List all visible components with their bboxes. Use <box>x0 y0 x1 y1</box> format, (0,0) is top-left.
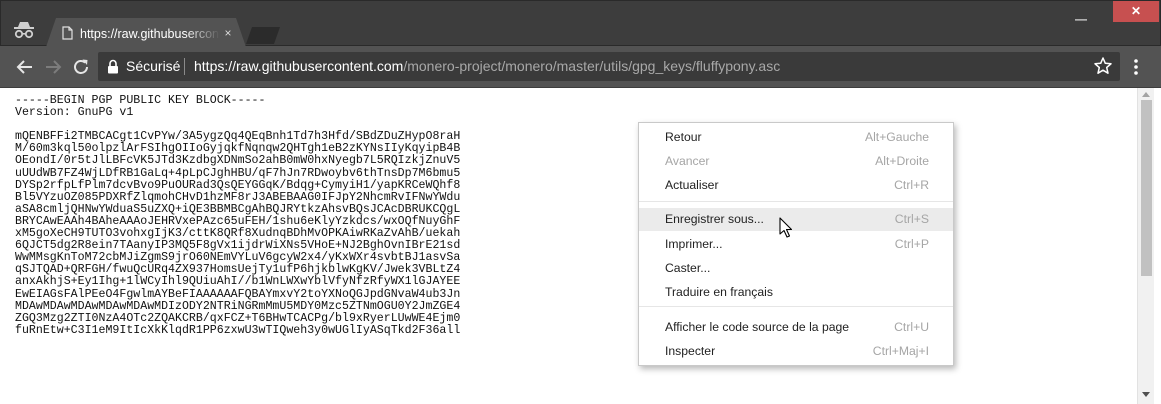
text-line: uUUdWB7FZ4WjLDfRB1GaLq+4pLpCJghHBU/qF7hJ… <box>15 166 461 180</box>
menu-item-label: Enregistrer sous... <box>665 212 764 226</box>
minimize-button[interactable]: — <box>1068 9 1094 26</box>
menu-item-label: Afficher le code source de la page <box>665 320 850 334</box>
menu-item-shortcut: Ctrl+S <box>894 212 929 226</box>
text-line: Version: GnuPG v1 <box>15 106 134 120</box>
address-separator <box>184 58 185 75</box>
menu-item-retour[interactable]: Retour Alt+Gauche <box>639 126 953 149</box>
security-indicator-label[interactable]: Sécurisé <box>126 58 180 75</box>
text-line: OEondI/0r5tJlLBFcVK5JTd3KzdbgXDNmSo2ahB0… <box>15 154 461 168</box>
text-line: ZGQ3Mzg2ZTI0NzA4OTc2ZQAKCRB/qxFCZ+T6BHwT… <box>15 311 461 325</box>
menu-item-label: Inspecter <box>665 344 716 358</box>
menu-item-label: Actualiser <box>665 178 719 192</box>
close-icon: ✕ <box>1130 4 1142 18</box>
menu-item-shortcut: Alt+Droite <box>875 154 929 168</box>
star-icon[interactable] <box>1093 56 1113 76</box>
scroll-up-arrow-icon[interactable] <box>1142 91 1150 97</box>
browser-tab-active[interactable]: https://raw.githubusercontent.com/monero… <box>46 18 246 47</box>
context-menu: Retour Alt+Gauche Avancer Alt+Droite Actuali… <box>638 122 954 366</box>
menu-item-caster[interactable]: Caster... <box>639 257 953 280</box>
scrollbar-thumb[interactable] <box>1141 100 1152 276</box>
text-line: MDAwMDAwMDAwMDAwMDAwMDIzODY2NTRiNGRmMmU5… <box>15 299 461 313</box>
forward-arrow-icon[interactable] <box>42 56 64 78</box>
menu-item-shortcut: Alt+Gauche <box>864 130 929 144</box>
menu-item-shortcut: Ctrl+U <box>894 320 929 334</box>
incognito-icon <box>14 22 34 39</box>
mouse-pointer-icon <box>779 217 793 238</box>
menu-item-shortcut: Ctrl+P <box>894 237 929 251</box>
menu-item-label: Imprimer... <box>665 237 723 251</box>
scroll-down-arrow-icon[interactable] <box>1142 392 1150 398</box>
menu-item-label: Avancer <box>665 154 710 168</box>
page-content: -----BEGIN PGP PUBLIC KEY BLOCK----- Vers… <box>0 88 1161 404</box>
menu-item-shortcut: Ctrl+Maj+I <box>872 344 929 358</box>
menu-item-afficher-le-code-source-de-la-page[interactable]: Afficher le code source de la page Ctrl+U <box>639 316 953 339</box>
kebab-menu-icon[interactable] <box>1126 56 1146 78</box>
url-path: /monero-project/monero/master/utils/gpg_… <box>403 58 781 74</box>
menu-item-label: Traduire en français <box>665 285 773 299</box>
text-line: DYSp2rfpLfPlm7dcvBvo9PuOURad3QsQEYGGqK/B… <box>15 178 461 192</box>
text-line: fuRnEtw+C3I1eM9ItIcXkKlqdR1PP6zxwU3wTIQw… <box>15 323 461 337</box>
menu-item-actualiser[interactable]: Actualiser Ctrl+R <box>639 174 953 197</box>
menu-separator <box>639 201 953 202</box>
url-text[interactable]: https://raw.githubusercontent.com/monero… <box>194 58 780 75</box>
menu-item-label: Retour <box>665 130 702 144</box>
url-host: https://raw.githubusercontent.com <box>194 58 404 74</box>
menu-separator <box>639 306 953 307</box>
vertical-scrollbar[interactable] <box>1137 88 1154 404</box>
text-line: anxAkhjS+Ey1Ihg+1lWCyIhl9QUiuAhI//b1WnLW… <box>15 275 461 289</box>
address-bar[interactable]: Sécurisé https://raw.githubusercontent.c… <box>98 52 1120 81</box>
browser-toolbar: Sécurisé https://raw.githubusercontent.c… <box>0 46 1161 88</box>
text-line: -----BEGIN PGP PUBLIC KEY BLOCK----- <box>15 94 266 107</box>
menu-item-shortcut: Ctrl+R <box>894 178 929 192</box>
document-icon <box>62 26 73 40</box>
menu-item-imprimer[interactable]: Imprimer... Ctrl+P <box>639 233 953 256</box>
close-window-button[interactable]: ✕ <box>1113 1 1159 22</box>
lock-icon[interactable] <box>107 59 119 74</box>
menu-item-enregistrer-sous[interactable]: Enregistrer sous... Ctrl+S <box>639 208 953 231</box>
menu-item-avancer: Avancer Alt+Droite <box>639 150 953 173</box>
tab-close-icon[interactable]: × <box>222 27 234 39</box>
tab-title: https://raw.githubusercontent.com/monero… <box>80 27 220 41</box>
text-line: EwEIAGsFAlPEeO4FgwlmAYBeFIAAAAAAFQBAYmxv… <box>15 287 461 301</box>
pgp-key-text: -----BEGIN PGP PUBLIC KEY BLOCK----- Vers… <box>15 94 1125 337</box>
reload-icon[interactable] <box>70 56 92 78</box>
menu-item-traduire-en-français[interactable]: Traduire en français <box>639 281 953 304</box>
menu-item-label: Caster... <box>665 261 711 275</box>
window-titlebar: https://raw.githubusercontent.com/monero… <box>0 0 1161 47</box>
new-tab-button[interactable] <box>246 27 280 44</box>
minimize-icon: — <box>1075 12 1087 26</box>
menu-item-inspecter[interactable]: Inspecter Ctrl+Maj+I <box>639 340 953 363</box>
back-arrow-icon[interactable] <box>14 56 36 78</box>
